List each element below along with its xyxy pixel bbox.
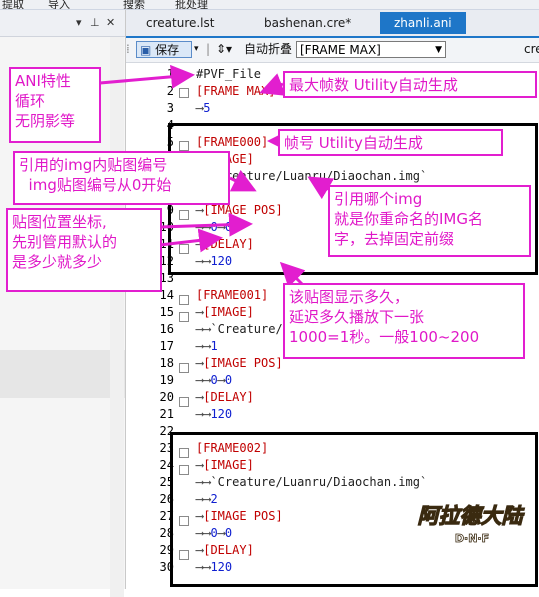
line-number: 23: [159, 441, 174, 455]
annotation-img-pos: 贴图位置坐标, 先别管用默认的 是多少就多少: [6, 208, 162, 292]
save-label: 保存: [155, 43, 180, 57]
fold-toggle[interactable]: [179, 312, 189, 322]
line-number: 25: [159, 475, 174, 489]
tab-bashenan-cre[interactable]: bashenan.cre*: [264, 16, 351, 30]
annotation-img-index: 引用的img内贴图编号 img贴图编号从0开始: [13, 151, 230, 205]
dropdown-icon[interactable]: ▾: [76, 16, 82, 29]
annotation-img-ref: 引用哪个img 就是你重命名的IMG名 字，去掉固定前缀: [328, 185, 531, 257]
line-number: 22: [159, 424, 174, 438]
chevron-down-icon: ▼: [435, 45, 442, 55]
code-line-15: ⟶[IMAGE]: [196, 305, 254, 319]
fold-toggle[interactable]: [179, 363, 189, 373]
line-number: 21: [159, 407, 174, 421]
tab-creature-lst[interactable]: creature.lst: [146, 16, 214, 30]
line-number: 16: [159, 322, 174, 336]
line-number: 1: [166, 67, 174, 81]
code-line-1: #PVF_File: [196, 67, 262, 81]
left-scrollbar[interactable]: [110, 37, 124, 597]
line-number: 3: [166, 101, 174, 115]
menu-item-search[interactable]: 搜索: [123, 0, 145, 9]
line-number: 15: [159, 305, 174, 319]
floppy-icon: ▣: [140, 43, 152, 57]
code-line-14: [FRAME001]: [196, 288, 269, 302]
tab-bar: creature.lst bashenan.cre* zhanli.ani: [126, 10, 539, 38]
menu-item-extract[interactable]: 提取: [2, 0, 24, 9]
fold-toggle[interactable]: [179, 397, 189, 407]
separator: |: [206, 42, 211, 56]
line-number: 5: [166, 135, 174, 149]
line-number: 28: [159, 526, 174, 540]
code-line-17: ⟶⟶1: [196, 339, 218, 353]
toolbar-grip-icon: ⁞: [126, 42, 130, 56]
pin-icon[interactable]: ⊥: [90, 16, 100, 29]
line-number: 20: [159, 390, 174, 404]
annotation-max-frames: 最大帧数 Utility自动生成: [283, 71, 537, 98]
annotation-frame-number: 帧号 Utility自动生成: [278, 129, 503, 156]
svg-text:D·N·F: D·N·F: [455, 532, 489, 545]
line-number: 27: [159, 509, 174, 523]
menu-item-batch[interactable]: 批处理: [175, 0, 208, 9]
auto-fold-button[interactable]: 自动折叠: [244, 41, 292, 58]
tree-selection[interactable]: [0, 350, 125, 398]
code-line-19: ⟶⟶0⟶0: [196, 373, 233, 387]
line-number: 24: [159, 458, 174, 472]
line-number: 17: [159, 339, 174, 353]
frame-select-value: [FRAME MAX]: [300, 43, 381, 57]
left-panel-header: ▾ ⊥ ✕: [0, 10, 125, 37]
code-line-3: ⟶5: [196, 101, 211, 115]
line-number: 26: [159, 492, 174, 506]
annotation-delay: 该贴图显示多久， 延迟多久播放下一张 1000=1秒。一般100~200: [283, 283, 525, 359]
save-button[interactable]: ▣ 保存: [136, 41, 192, 58]
frame-select[interactable]: [FRAME MAX] ▼: [296, 41, 446, 58]
fold-icon[interactable]: ⇕▾: [216, 41, 232, 58]
line-number: 4: [166, 118, 174, 132]
annotation-ani-props: ANI特性 循环 无阴影等: [9, 67, 101, 143]
line-number: 2: [166, 84, 174, 98]
save-dropdown-icon[interactable]: ▾: [194, 41, 199, 58]
code-line-2: [FRAME MAX]: [196, 84, 276, 98]
code-line-18: ⟶[IMAGE POS]: [196, 356, 283, 370]
menu-item-import[interactable]: 导入: [48, 0, 70, 9]
line-number: 19: [159, 373, 174, 387]
close-icon[interactable]: ✕: [106, 16, 115, 29]
fold-toggle[interactable]: [179, 295, 189, 305]
game-logo: 阿拉德大陆 D·N·F: [410, 495, 535, 547]
menu-bar: 提取 导入 搜索 批处理: [0, 0, 539, 10]
code-line-21: ⟶⟶120: [196, 407, 233, 421]
svg-text:阿拉德大陆: 阿拉德大陆: [418, 503, 525, 528]
tab-cre-partial[interactable]: cre: [524, 41, 539, 58]
line-number: 29: [159, 543, 174, 557]
line-number: 30: [159, 560, 174, 574]
editor-toolbar: ⁞ ▣ 保存 ▾ | ⇕▾ 自动折叠 [FRAME MAX] ▼ cre: [126, 38, 539, 63]
fold-toggle[interactable]: [179, 88, 189, 98]
tab-zhanli-ani[interactable]: zhanli.ani: [380, 12, 466, 34]
code-line-20: ⟶[DELAY]: [196, 390, 254, 404]
line-number: 18: [159, 356, 174, 370]
